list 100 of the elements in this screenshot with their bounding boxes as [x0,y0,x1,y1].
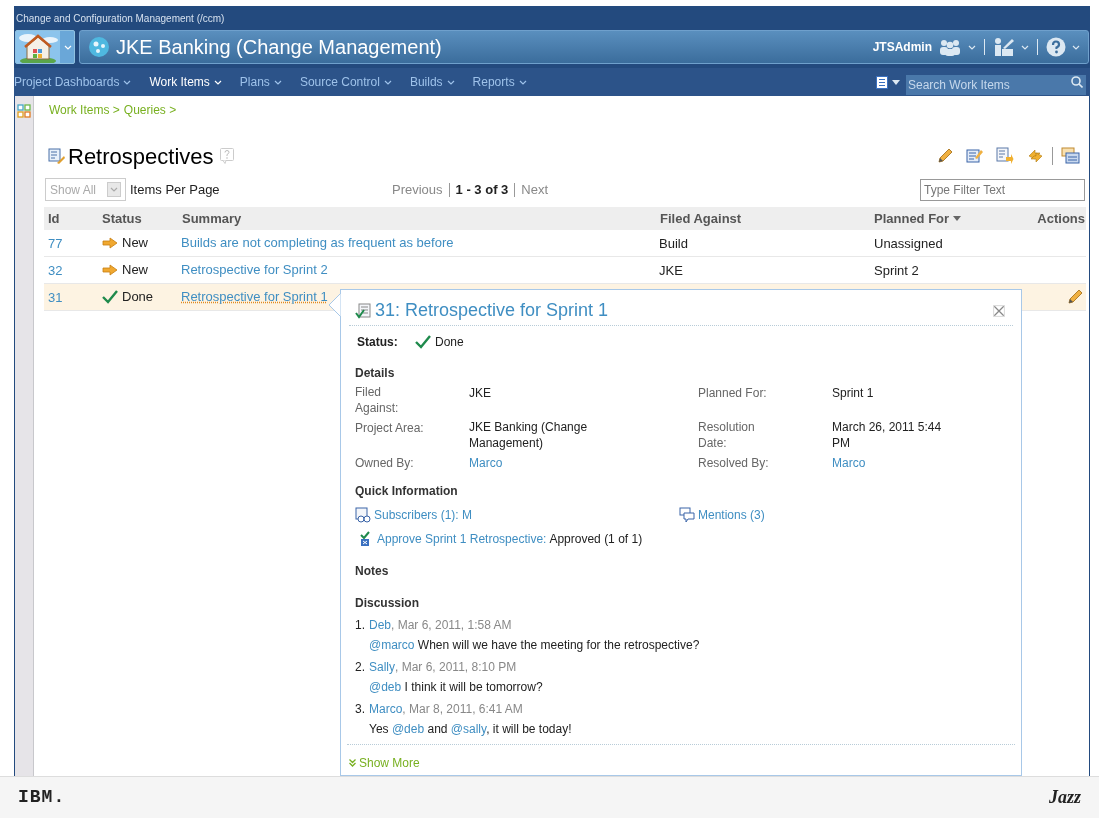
section-heading: Discussion [355,595,421,612]
field-value: Sprint 1 [832,385,874,401]
status-text: New [122,261,148,280]
nav-menu[interactable]: Reports [472,73,527,91]
mention-link[interactable]: @deb [369,680,402,694]
approval-icon [358,531,372,547]
table-cell: JKE [659,263,683,278]
breadcrumb-link[interactable]: Work Items > [49,101,120,132]
show-more-link[interactable]: Show More [349,754,420,772]
field-label: Filed Against: [355,384,400,416]
caret-icon[interactable] [273,79,282,85]
help-icon[interactable] [1046,37,1066,57]
nav-menu[interactable]: Source Control [299,73,392,91]
previous-link[interactable]: Previous [392,179,443,200]
edit-list-icon[interactable] [966,147,984,165]
popover-title[interactable]: 31: Retrospective for Sprint 1 [375,297,609,324]
field-label: Resolved By: [698,455,769,471]
comment-number: 1. [355,617,366,634]
dashboard-icon[interactable] [17,104,31,118]
sync-icon[interactable] [1026,147,1044,165]
field-label: Resolution Date: [698,419,756,451]
field-value: JKE [469,385,491,401]
caret-icon[interactable] [446,79,455,85]
sort-icon[interactable] [953,216,962,221]
nav-menu[interactable]: Project Dashboards [14,73,132,91]
approval-link[interactable]: Approve Sprint 1 Retrospective: [377,530,547,548]
comment-number: 3. [355,701,366,718]
query-icon [48,147,66,165]
id-link[interactable]: 77 [48,236,63,251]
user-link[interactable]: Marco [469,456,503,470]
search-icon[interactable] [1071,76,1083,88]
filter-field[interactable]: Type Filter Text [920,178,1085,201]
work-item-icon [355,302,371,319]
nav-menu[interactable]: Work Items [149,73,222,91]
arrow-icon [102,237,118,249]
list-icon[interactable] [876,75,888,89]
comment-text: @marco When will we have the meeting for the retrospective? [368,637,701,654]
people-icon[interactable] [938,38,962,56]
page-range: 1 - 3 of 3 [455,180,509,199]
field-label: Owned By: [355,455,414,471]
list-arrow-icon[interactable] [996,147,1014,165]
page-title: Retrospectives [68,142,214,171]
section-heading: Quick Information [355,483,459,500]
section-heading: Notes [355,563,390,580]
author-link[interactable]: Deb [369,616,391,634]
breadcrumb-link[interactable]: Queries > [123,101,177,132]
field-value: JKE Banking (Change Management) [469,419,589,451]
speech-bubble-icon [679,507,695,523]
summary-link[interactable]: Builds are not completing as frequent as before [181,233,454,253]
nav-menu[interactable]: Plans [239,73,282,91]
close-icon[interactable] [993,304,1005,317]
nav-menu[interactable]: Builds [409,73,455,91]
column-header[interactable]: Actions [1037,208,1085,229]
comment-text: Yes @deb and @sally, it will be today! [368,721,573,738]
search-field[interactable]: Search Work Items [906,75,1086,95]
caret-icon[interactable] [123,79,132,85]
summary-link[interactable]: Retrospective for Sprint 2 [181,260,328,280]
section-heading: Details [355,365,396,382]
column-header[interactable]: Id [48,208,60,229]
user-name[interactable]: JTSAdmin [872,38,932,56]
globe-icon [88,36,110,58]
caret-icon[interactable] [892,79,900,85]
column-header[interactable]: Status [102,208,142,229]
mention-link[interactable]: @marco [369,638,415,652]
mentions-link[interactable]: Mentions (3) [698,506,765,524]
comment-text: @deb I think it will be tomorrow? [368,679,544,696]
status-value: Done [435,334,464,351]
author-link[interactable]: Sally [369,658,395,676]
column-header[interactable]: Filed Against [660,208,742,229]
user-link[interactable]: Marco [832,456,866,470]
summary-link[interactable]: Retrospective for Sprint 1 [181,287,328,307]
comment-date: , Mar 8, 2011, 6:41 AM [402,701,523,718]
check-icon [102,290,118,304]
column-header[interactable]: Planned For [874,208,962,229]
id-link[interactable]: 32 [48,263,63,278]
next-link[interactable]: Next [521,179,549,200]
id-link[interactable]: 31 [48,290,63,305]
subscribers-link[interactable]: Subscribers (1): M [374,506,473,524]
page-size-dropdown[interactable]: Show All [45,178,126,201]
status-label: Status: [357,334,399,351]
check-icon [415,335,431,349]
field-value: March 26, 2011 5:44 PM [832,419,943,451]
items-per-page-label: Items Per Page [130,180,221,199]
home-button[interactable] [15,30,75,64]
double-chevron-icon[interactable] [349,759,356,767]
windows-icon[interactable] [1061,147,1081,165]
column-header[interactable]: Summary [182,208,242,229]
comment-date: , Mar 6, 2011, 8:10 PM [395,659,517,676]
mention-link[interactable]: @deb [391,722,425,736]
house-icon [16,31,60,63]
caret-icon[interactable] [518,79,527,85]
project-title: JKE Banking (Change Management) [116,35,442,60]
person-tools-icon[interactable] [993,37,1015,57]
table-cell: Unassigned [874,236,943,251]
jazz-logo: Jazz [1049,786,1081,809]
pencil-icon[interactable] [936,147,954,165]
pencil-icon[interactable] [1066,288,1084,306]
arrow-icon [102,264,118,276]
comment-number: 2. [355,659,366,676]
caret-icon[interactable] [383,79,392,85]
